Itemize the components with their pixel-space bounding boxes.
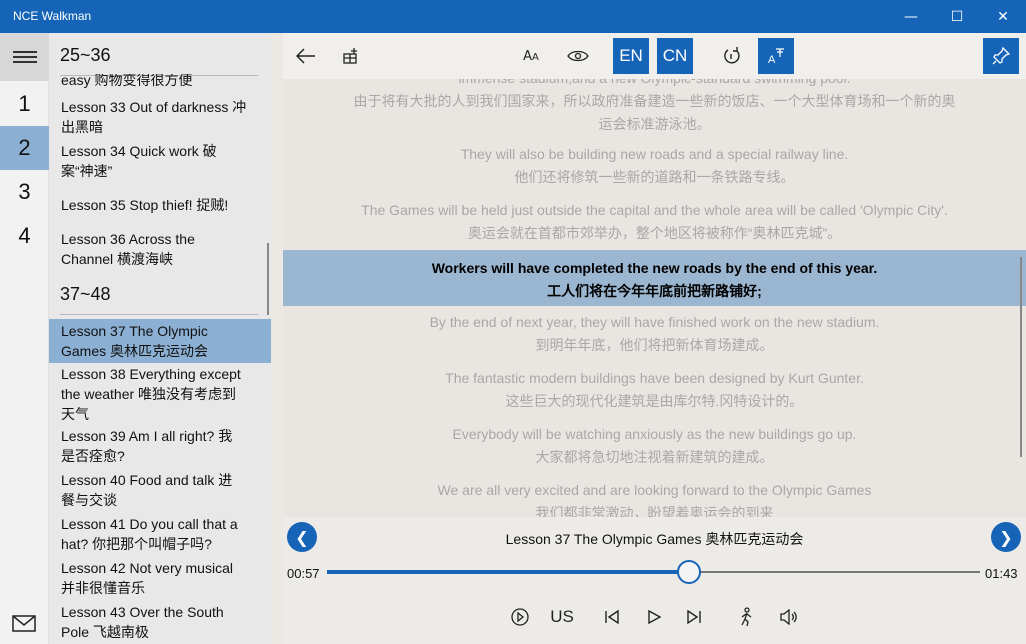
window-title: NCE Walkman: [13, 9, 92, 23]
next-lesson-button[interactable]: ❯: [991, 522, 1021, 552]
current-paragraph: Workers will have completed the new road…: [283, 250, 1026, 306]
list-item-selected[interactable]: Lesson 37 The Olympic Games 奥林匹克运动会: [49, 319, 271, 363]
play-icon: [648, 609, 662, 625]
volume-icon: [780, 609, 797, 625]
list-item[interactable]: Lesson 42 Not very musical 并非很懂音乐: [49, 558, 271, 598]
bookmark-add-button[interactable]: [339, 38, 363, 74]
rail-item-4[interactable]: 4: [0, 214, 49, 258]
hamburger-menu-button[interactable]: [0, 33, 49, 81]
total-time: 01:43: [985, 566, 1018, 581]
pin-icon: [992, 46, 1011, 65]
divider: [60, 314, 258, 315]
paragraph: Everybody will be watching anxiously as …: [452, 426, 857, 465]
skip-next-button[interactable]: [683, 604, 705, 630]
list-scrollbar[interactable]: [267, 243, 269, 315]
rail-item-2[interactable]: 2: [0, 126, 49, 170]
back-button[interactable]: [293, 38, 319, 74]
speed-icon: [511, 608, 529, 626]
play-button[interactable]: [643, 604, 665, 630]
list-item[interactable]: Lesson 38 Everything except the weather …: [49, 364, 271, 424]
walking-person-icon: [741, 607, 752, 627]
minimize-button[interactable]: —: [888, 0, 934, 33]
paragraph: We are all very excited and are looking …: [437, 482, 872, 517]
list-item[interactable]: Lesson 36 Across the Channel 横渡海峡: [49, 229, 271, 269]
eye-icon: [567, 50, 589, 62]
pin-button[interactable]: [983, 38, 1019, 74]
nav-rail: 1 2 3 4: [0, 33, 49, 644]
speed-button[interactable]: [509, 604, 531, 630]
text-reader[interactable]: immense stadium,and a new Olympic-standa…: [283, 79, 1026, 517]
toolbar: AA EN CN A: [283, 33, 1026, 79]
paragraph: The fantastic modern buildings have been…: [445, 370, 864, 409]
english-toggle-button[interactable]: EN: [613, 38, 649, 74]
chinese-toggle-button[interactable]: CN: [657, 38, 693, 74]
list-item[interactable]: Lesson 33 Out of darkness 冲 出黑暗: [49, 97, 271, 137]
list-item[interactable]: Lesson 41 Do you call that a hat? 你把那个叫帽…: [49, 514, 271, 554]
font-size-icon: AA: [523, 48, 539, 64]
paragraph: immense stadium,and a new Olympic-standa…: [353, 79, 956, 132]
font-size-button[interactable]: AA: [519, 38, 543, 74]
list-item[interactable]: easy 购物变得很方便: [49, 74, 271, 92]
hamburger-icon: [12, 48, 37, 66]
arrow-left-icon: [296, 48, 315, 64]
now-playing-title: Lesson 37 The Olympic Games 奥林匹克运动会: [505, 531, 804, 547]
list-item[interactable]: Lesson 43 Over the South Pole 飞越南极: [49, 602, 271, 642]
list-item[interactable]: Lesson 35 Stop thief! 捉贼!: [49, 195, 271, 215]
visibility-button[interactable]: [565, 38, 591, 74]
lesson-list: 25~36 easy 购物变得很方便 Lesson 33 Out of dark…: [49, 33, 271, 644]
repeat-icon: [724, 47, 740, 64]
progress-thumb[interactable]: [677, 560, 702, 584]
svg-text:A: A: [768, 54, 776, 66]
list-item[interactable]: Lesson 34 Quick work 破 案“神速”: [49, 141, 271, 181]
group-header-37-48[interactable]: 37~48: [60, 284, 111, 305]
main-panel: AA EN CN A immense stadium,and a new Oly…: [283, 33, 1026, 644]
maximize-button[interactable]: ☐: [934, 0, 980, 33]
skip-next-icon: [687, 609, 701, 625]
elapsed-time: 00:57: [287, 566, 320, 581]
walk-mode-button[interactable]: [735, 604, 757, 630]
player-bar: ❮ Lesson 37 The Olympic Games 奥林匹克运动会 ❯ …: [283, 517, 1026, 644]
repeat-button[interactable]: [719, 38, 745, 74]
volume-button[interactable]: [777, 604, 801, 630]
list-item[interactable]: Lesson 40 Food and talk 进 餐与交谈: [49, 470, 271, 510]
list-item[interactable]: Lesson 39 Am I all right? 我 是否痊愈?: [49, 426, 271, 466]
group-header-25-36[interactable]: 25~36: [60, 45, 111, 66]
accent-button[interactable]: US: [547, 604, 577, 630]
chevron-right-icon: ❯: [999, 527, 1013, 547]
paragraph: By the end of next year, they will have …: [429, 314, 880, 353]
close-button[interactable]: ✕: [980, 0, 1026, 33]
translate-icon: A: [768, 48, 784, 66]
rail-item-3[interactable]: 3: [0, 170, 49, 214]
progress-slider[interactable]: [327, 560, 980, 584]
skip-previous-icon: [605, 609, 619, 625]
reader-scrollbar[interactable]: [1020, 257, 1022, 457]
paragraph: They will also be building new roads and…: [460, 146, 849, 185]
title-bar: NCE Walkman — ☐ ✕: [0, 0, 1026, 33]
box-add-icon: [343, 48, 357, 64]
paragraph: The Games will be held just outside the …: [361, 202, 948, 241]
skip-previous-button[interactable]: [601, 604, 623, 630]
mail-icon[interactable]: [12, 615, 36, 632]
translate-button[interactable]: A: [758, 38, 794, 74]
progress-fill: [327, 570, 690, 574]
rail-item-1[interactable]: 1: [0, 82, 49, 126]
